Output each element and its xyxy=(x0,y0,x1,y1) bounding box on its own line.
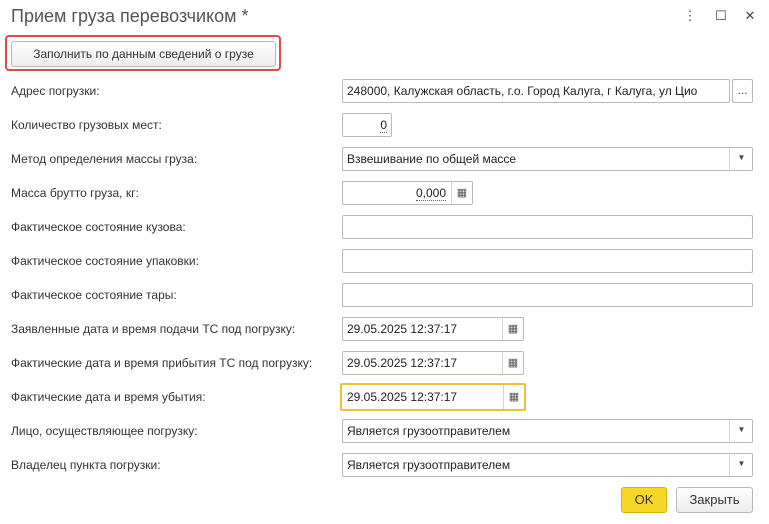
mass-method-label: Метод определения массы груза: xyxy=(11,152,198,166)
chevron-down-icon[interactable]: ▼ xyxy=(729,148,752,170)
point-owner-value: Является грузоотправителем xyxy=(347,458,511,472)
mass-method-select[interactable]: Взвешивание по общей массе ▼ xyxy=(342,147,753,171)
point-owner-label: Владелец пункта погрузки: xyxy=(11,458,161,472)
loading-address-label: Адрес погрузки: xyxy=(11,84,100,98)
loader-select[interactable]: Является грузоотправителем ▼ xyxy=(342,419,753,443)
declared-datetime-field[interactable]: 29.05.2025 12:37:17 ▦ xyxy=(342,317,524,341)
departure-datetime-label: Фактические дата и время убытия: xyxy=(11,390,206,404)
departure-datetime-field[interactable]: 29.05.2025 12:37:17 ▦ xyxy=(340,383,526,411)
gross-mass-label: Масса брутто груза, кг: xyxy=(11,186,139,200)
more-vertical-icon[interactable]: ⋮ xyxy=(682,8,698,24)
declared-datetime-value: 29.05.2025 12:37:17 xyxy=(347,322,458,336)
loader-label: Лицо, осуществляющее погрузку: xyxy=(11,424,198,438)
calendar-icon[interactable]: ▦ xyxy=(502,352,523,374)
arrival-datetime-label: Фактические дата и время прибытия ТС под… xyxy=(11,356,313,370)
loader-value: Является грузоотправителем xyxy=(347,424,511,438)
loading-address-field[interactable]: 248000, Калужская область, г.о. Город Ка… xyxy=(342,79,730,103)
point-owner-select[interactable]: Является грузоотправителем ▼ xyxy=(342,453,753,477)
close-button[interactable]: Закрыть xyxy=(676,487,753,513)
container-state-label: Фактическое состояние тары: xyxy=(11,288,177,302)
calendar-icon[interactable]: ▦ xyxy=(502,318,523,340)
body-state-field[interactable] xyxy=(342,215,753,239)
fill-from-cargo-info-button[interactable]: Заполнить по данным сведений о грузе xyxy=(11,41,276,67)
chevron-down-icon[interactable]: ▼ xyxy=(729,454,752,476)
window-title: Прием груза перевозчиком * xyxy=(11,6,249,26)
calendar-icon[interactable]: ▦ xyxy=(503,385,524,409)
maximize-icon[interactable]: ☐ xyxy=(713,8,729,24)
packaging-state-label: Фактическое состояние упаковки: xyxy=(11,254,199,268)
ok-button[interactable]: OK xyxy=(621,487,667,513)
declared-datetime-label: Заявленные дата и время подачи ТС под по… xyxy=(11,322,296,336)
chevron-down-icon[interactable]: ▼ xyxy=(729,420,752,442)
cargo-places-value: 0 xyxy=(380,118,387,133)
cargo-places-label: Количество грузовых мест: xyxy=(11,118,162,132)
cargo-places-field[interactable]: 0 xyxy=(342,113,392,137)
gross-mass-field[interactable]: 0,000 ▦ xyxy=(342,181,473,205)
body-state-label: Фактическое состояние кузова: xyxy=(11,220,186,234)
gross-mass-value: 0,000 xyxy=(415,186,446,201)
departure-datetime-value: 29.05.2025 12:37:17 xyxy=(347,390,458,404)
loading-address-select-button[interactable]: ... xyxy=(732,79,753,103)
arrival-datetime-value: 29.05.2025 12:37:17 xyxy=(347,356,458,370)
arrival-datetime-field[interactable]: 29.05.2025 12:37:17 ▦ xyxy=(342,351,524,375)
calculator-icon[interactable]: ▦ xyxy=(451,182,472,204)
container-state-field[interactable] xyxy=(342,283,753,307)
close-icon[interactable]: ✕ xyxy=(742,8,758,24)
packaging-state-field[interactable] xyxy=(342,249,753,273)
mass-method-value: Взвешивание по общей массе xyxy=(347,152,517,166)
